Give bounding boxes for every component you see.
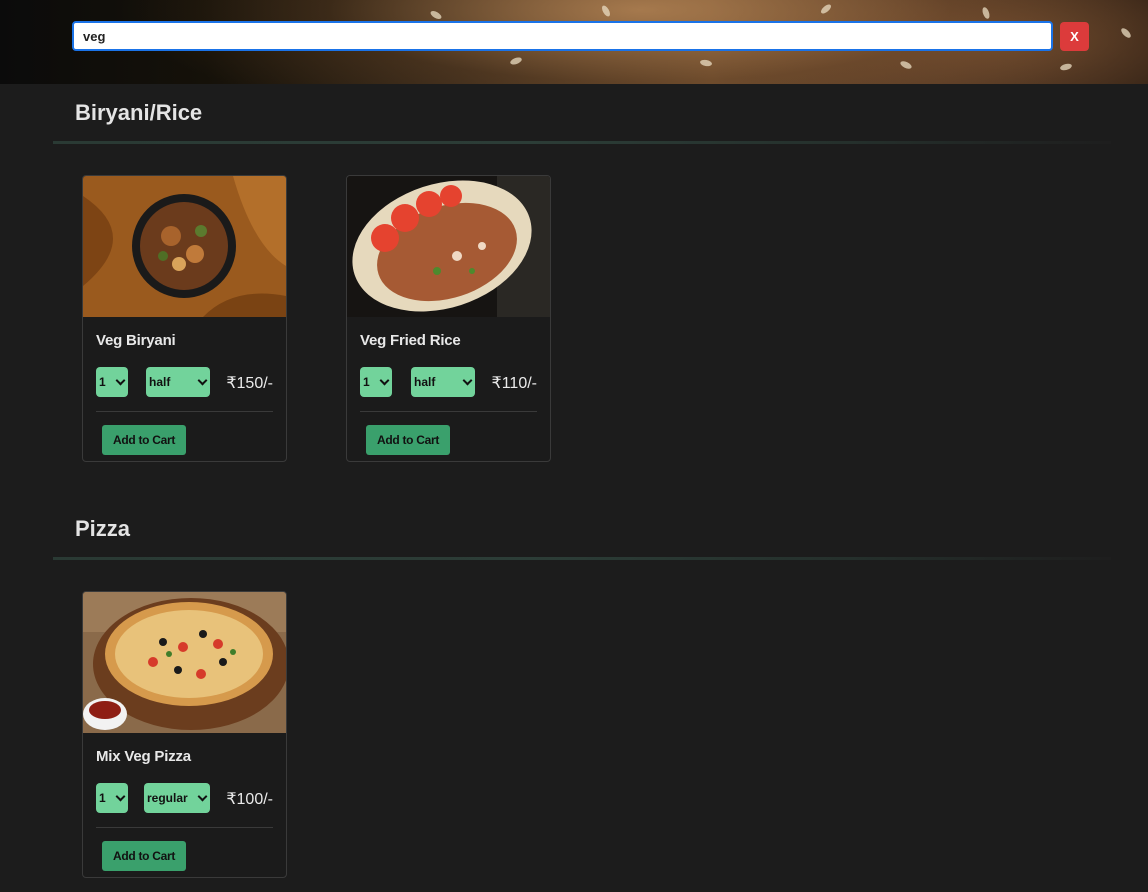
chevron-down-icon — [197, 791, 208, 802]
add-to-cart-button[interactable]: Add to Cart — [366, 425, 450, 455]
veg-fried-rice-image — [347, 176, 550, 317]
quantity-value: 1 — [99, 791, 106, 805]
category-title: Pizza — [75, 516, 131, 541]
quantity-value: 1 — [363, 375, 370, 389]
size-select[interactable]: half — [411, 367, 475, 397]
banner-decoration — [819, 2, 833, 16]
card-divider — [96, 411, 273, 412]
card-divider — [96, 827, 273, 828]
chevron-down-icon — [115, 791, 126, 802]
category-divider — [53, 141, 1111, 144]
quantity-select[interactable]: 1 — [96, 367, 128, 397]
chevron-down-icon — [462, 375, 473, 386]
category-section: Pizza — [53, 501, 1111, 560]
item-price: ₹100/- — [226, 791, 273, 808]
chevron-down-icon — [379, 375, 390, 386]
banner-decoration — [1119, 26, 1133, 40]
search-input[interactable] — [72, 21, 1053, 51]
food-card: Veg Biryani 1 half ₹150/- Add to Cart — [82, 175, 287, 462]
food-card: Mix Veg Pizza 1 regular ₹100/- Add to Ca… — [82, 591, 287, 878]
size-select[interactable]: half — [146, 367, 210, 397]
add-to-cart-button[interactable]: Add to Cart — [102, 425, 186, 455]
quantity-select[interactable]: 1 — [360, 367, 392, 397]
category-section: Biryani/Rice — [53, 85, 1111, 144]
veg-biryani-image — [83, 176, 286, 317]
clear-search-button[interactable]: X — [1060, 22, 1089, 51]
size-value: half — [414, 375, 436, 389]
size-value: regular — [147, 791, 188, 805]
size-value: half — [149, 375, 171, 389]
chevron-down-icon — [197, 375, 208, 386]
item-name: Veg Biryani — [96, 332, 176, 349]
banner-decoration — [509, 56, 523, 66]
size-select[interactable]: regular — [144, 783, 210, 813]
banner-decoration — [429, 9, 443, 21]
quantity-select[interactable]: 1 — [96, 783, 128, 813]
add-to-cart-button[interactable]: Add to Cart — [102, 841, 186, 871]
category-divider — [53, 557, 1111, 560]
mix-veg-pizza-image — [83, 592, 286, 733]
banner-decoration — [899, 59, 913, 71]
banner-decoration — [600, 4, 612, 18]
banner-decoration — [981, 6, 991, 20]
food-card: Veg Fried Rice 1 half ₹110/- Add to Cart — [346, 175, 551, 462]
item-price: ₹110/- — [491, 375, 537, 392]
item-name: Mix Veg Pizza — [96, 748, 191, 765]
category-title: Biryani/Rice — [75, 100, 203, 125]
banner-decoration — [699, 59, 713, 67]
item-name: Veg Fried Rice — [360, 332, 461, 349]
banner-decoration — [1059, 62, 1073, 72]
search-banner: X — [0, 0, 1148, 84]
card-divider — [360, 411, 537, 412]
item-price: ₹150/- — [226, 375, 273, 392]
chevron-down-icon — [115, 375, 126, 386]
quantity-value: 1 — [99, 375, 106, 389]
